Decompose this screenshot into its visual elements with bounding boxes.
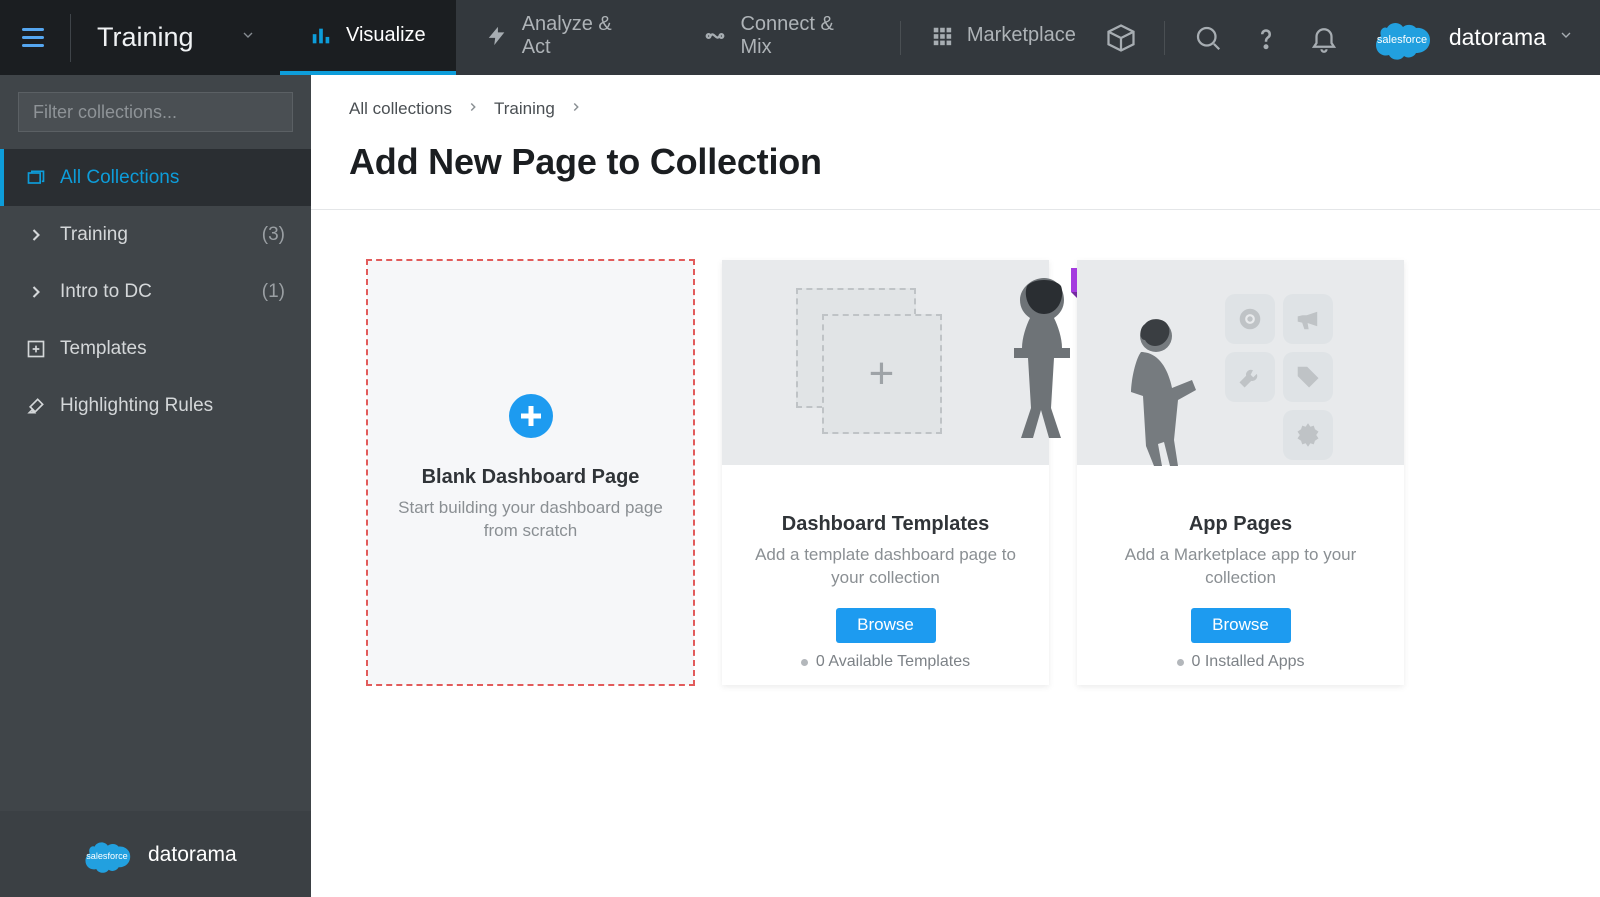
crumb-all-collections[interactable]: All collections — [349, 99, 452, 119]
card-blank-dashboard[interactable]: Blank Dashboard Page Start building your… — [367, 260, 694, 685]
collections-icon — [26, 168, 46, 188]
wrench-icon — [1225, 352, 1275, 402]
salesforce-cloud-icon: salesforce — [78, 835, 136, 875]
svg-text:salesforce: salesforce — [1377, 34, 1427, 46]
card-status: 0 Available Templates — [801, 653, 970, 685]
plus-box-icon — [26, 339, 46, 359]
card-dashboard-templates: + Dashboard Templates Add a template das… — [722, 260, 1049, 685]
card-title: App Pages — [1189, 513, 1292, 536]
megaphone-icon — [1283, 294, 1333, 344]
brand-text: datorama — [148, 843, 237, 867]
sidebar-item-count: (3) — [262, 224, 285, 246]
salesforce-cloud-icon: salesforce — [1367, 14, 1437, 62]
brand-dropdown-icon[interactable] — [1558, 27, 1574, 48]
tab-label: Connect & Mix — [740, 13, 869, 59]
person-illustration — [999, 278, 1089, 448]
sidebar-item-label: Intro to DC — [60, 281, 152, 303]
card-status: 0 Installed Apps — [1177, 653, 1305, 685]
card-row: Blank Dashboard Page Start building your… — [311, 210, 1600, 735]
chevron-right-icon — [466, 99, 480, 119]
card-desc: Add a template dashboard page to your co… — [752, 544, 1019, 590]
sidebar-footer-brand: salesforce datorama — [0, 811, 311, 897]
tab-analyze[interactable]: Analyze & Act — [456, 0, 675, 75]
person-illustration — [1121, 318, 1211, 468]
status-text: 0 Installed Apps — [1192, 653, 1305, 671]
workspace-name[interactable]: Training — [97, 22, 240, 53]
sidebar-item-training[interactable]: Training (3) — [0, 206, 311, 263]
breadcrumb: All collections Training — [349, 99, 1562, 119]
card-hero — [1077, 260, 1404, 465]
browse-apps-button[interactable]: Browse — [1191, 608, 1291, 643]
card-app-pages: NEW — [1077, 260, 1404, 685]
card-title: Blank Dashboard Page — [422, 466, 640, 489]
status-dot-icon — [801, 659, 808, 666]
tag-icon — [1283, 352, 1333, 402]
cube-icon[interactable] — [1106, 23, 1136, 53]
target-icon — [1225, 294, 1275, 344]
topbar-actions: salesforce datorama — [1106, 0, 1600, 75]
card-desc: Add a Marketplace app to your collection — [1107, 544, 1374, 590]
content-header: All collections Training Add New Page to… — [311, 75, 1600, 210]
tab-visualize[interactable]: Visualize — [280, 0, 456, 75]
sidebar-item-templates[interactable]: Templates — [0, 320, 311, 377]
divider — [70, 14, 71, 62]
brand-logo[interactable]: salesforce datorama — [1367, 14, 1574, 62]
sidebar: All Collections Training (3) Intro to DC… — [0, 75, 311, 897]
sidebar-search-wrap — [0, 75, 311, 149]
sidebar-item-intro-to-dc[interactable]: Intro to DC (1) — [0, 263, 311, 320]
tab-label: Marketplace — [967, 24, 1076, 47]
crumb-training[interactable]: Training — [494, 99, 555, 119]
page-title: Add New Page to Collection — [349, 141, 1562, 183]
tab-marketplace[interactable]: Marketplace — [901, 0, 1106, 75]
sidebar-item-count: (1) — [262, 281, 285, 303]
plus-circle-icon — [509, 394, 553, 438]
apps-illustration — [1151, 288, 1331, 438]
tab-label: Visualize — [346, 24, 426, 47]
sidebar-item-label: Training — [60, 224, 128, 246]
sidebar-item-all-collections[interactable]: All Collections — [0, 149, 311, 206]
nav-tabs: Visualize Analyze & Act Connect & Mix Ma… — [280, 0, 1106, 75]
search-icon[interactable] — [1193, 23, 1223, 53]
connect-icon — [704, 25, 726, 47]
chevron-right-icon — [26, 282, 46, 302]
grid-icon — [931, 25, 953, 47]
plus-icon: + — [869, 349, 895, 399]
topbar: Training Visualize Analyze & Act Connect… — [0, 0, 1600, 75]
svg-text:salesforce: salesforce — [86, 851, 128, 861]
tab-connect[interactable]: Connect & Mix — [674, 0, 899, 75]
tab-label: Analyze & Act — [522, 13, 645, 59]
sidebar-item-label: Highlighting Rules — [60, 395, 213, 417]
browse-templates-button[interactable]: Browse — [836, 608, 936, 643]
highlight-icon — [26, 396, 46, 416]
card-desc: Start building your dashboard page from … — [397, 497, 664, 543]
topbar-left: Training — [0, 0, 280, 75]
bolt-icon — [486, 25, 508, 47]
gear-icon — [1283, 410, 1333, 460]
content: All collections Training Add New Page to… — [311, 75, 1600, 897]
sidebar-item-label: All Collections — [60, 167, 179, 189]
chevron-right-icon — [26, 225, 46, 245]
card-hero: + — [722, 260, 1049, 465]
status-text: 0 Available Templates — [816, 653, 970, 671]
chevron-right-icon — [569, 99, 583, 119]
chart-bar-icon — [310, 25, 332, 47]
card-title: Dashboard Templates — [782, 513, 989, 536]
brand-text: datorama — [1449, 24, 1546, 51]
status-dot-icon — [1177, 659, 1184, 666]
workspace-dropdown-icon[interactable] — [240, 27, 256, 48]
sidebar-item-label: Templates — [60, 338, 147, 360]
divider — [1164, 21, 1165, 55]
help-icon[interactable] — [1251, 23, 1281, 53]
template-illustration: + — [796, 288, 976, 438]
filter-collections-input[interactable] — [18, 92, 293, 132]
main-menu-button[interactable] — [22, 28, 44, 47]
sidebar-item-highlighting-rules[interactable]: Highlighting Rules — [0, 377, 311, 434]
notifications-icon[interactable] — [1309, 23, 1339, 53]
